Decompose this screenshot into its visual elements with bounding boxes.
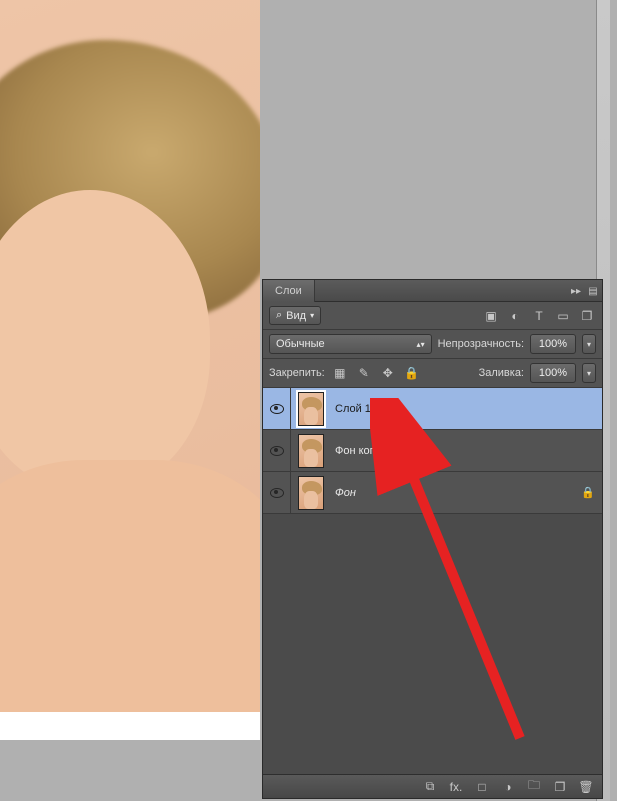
fill-flyout[interactable]: ▾ (582, 363, 596, 383)
filter-shape-icon[interactable]: ▭ (554, 307, 572, 325)
lock-fill-row: Закрепить: ▦ ✎ ✥ 🔒 Заливка: 100% ▾ (263, 359, 602, 388)
opacity-flyout[interactable]: ▾ (582, 334, 596, 354)
chevron-updown-icon: ▴▾ (417, 340, 425, 349)
lock-move-icon[interactable]: ✥ (379, 364, 397, 382)
opacity-input[interactable]: 100% (530, 334, 576, 354)
lock-all-icon[interactable]: 🔒 (403, 364, 421, 382)
panel-tabbar: Слои ▸▸ ▤ (263, 280, 602, 302)
filter-type-icon[interactable]: T (530, 307, 548, 325)
filter-adjust-icon[interactable]: ◐ (506, 307, 524, 325)
lock-label: Закрепить: (269, 367, 325, 379)
fx-icon[interactable]: fx. (448, 779, 464, 795)
layer-filter-row: ⌕ Вид ▾ ▣ ◐ T ▭ ❐ (263, 302, 602, 330)
mask-icon[interactable]: □ (474, 779, 490, 795)
filter-type-label: Вид (286, 310, 306, 322)
layer-thumbnail[interactable] (298, 392, 324, 426)
fill-input[interactable]: 100% (530, 363, 576, 383)
filter-smart-icon[interactable]: ❐ (578, 307, 596, 325)
layer-name-label[interactable]: Фон копия (331, 445, 388, 457)
chevron-down-icon: ▾ (310, 311, 314, 320)
layers-panel: Слои ▸▸ ▤ ⌕ Вид ▾ ▣ ◐ T ▭ ❐ Обычные ▴▾ Н… (262, 279, 603, 799)
photo-content (0, 0, 260, 712)
layer-name-label[interactable]: Фон (331, 487, 356, 499)
group-icon[interactable]: 🗀 (526, 779, 542, 795)
adjustment-icon[interactable]: ◑ (500, 779, 516, 795)
lock-indicator-icon: 🔒 (574, 486, 602, 499)
tab-layers[interactable]: Слои (263, 280, 315, 302)
eye-icon (270, 488, 284, 498)
layer-row[interactable]: Фон копия (263, 430, 602, 472)
eye-icon (270, 446, 284, 456)
fill-label: Заливка: (479, 367, 524, 379)
visibility-toggle[interactable] (263, 472, 291, 513)
filter-image-icon[interactable]: ▣ (482, 307, 500, 325)
visibility-toggle[interactable] (263, 430, 291, 471)
search-icon: ⌕ (276, 309, 282, 322)
delete-icon[interactable]: 🗑 (578, 779, 594, 795)
link-layers-icon[interactable]: ⧉ (422, 779, 438, 795)
layer-row[interactable]: Слой 1 (263, 388, 602, 430)
opacity-label: Непрозрачность: (438, 338, 524, 350)
blend-opacity-row: Обычные ▴▾ Непрозрачность: 100% ▾ (263, 330, 602, 359)
lock-pixels-icon[interactable]: ▦ (331, 364, 349, 382)
filter-type-select[interactable]: ⌕ Вид ▾ (269, 306, 321, 325)
visibility-toggle[interactable] (263, 388, 291, 429)
blend-mode-select[interactable]: Обычные ▴▾ (269, 334, 432, 354)
layers-list: Слой 1 Фон копия Фон 🔒 (263, 388, 602, 774)
blend-mode-value: Обычные (276, 338, 325, 350)
collapse-icon[interactable]: ▸▸ (569, 284, 583, 298)
panel-menu-icon[interactable]: ▤ (586, 284, 600, 298)
eye-icon (270, 404, 284, 414)
lock-brush-icon[interactable]: ✎ (355, 364, 373, 382)
panel-bottombar: ⧉ fx. □ ◑ 🗀 ❐ 🗑 (263, 774, 602, 798)
layer-row[interactable]: Фон 🔒 (263, 472, 602, 514)
document-canvas[interactable] (0, 0, 260, 740)
layer-thumbnail[interactable] (298, 434, 324, 468)
new-layer-icon[interactable]: ❐ (552, 779, 568, 795)
layer-thumbnail[interactable] (298, 476, 324, 510)
layer-name-label[interactable]: Слой 1 (331, 403, 371, 415)
